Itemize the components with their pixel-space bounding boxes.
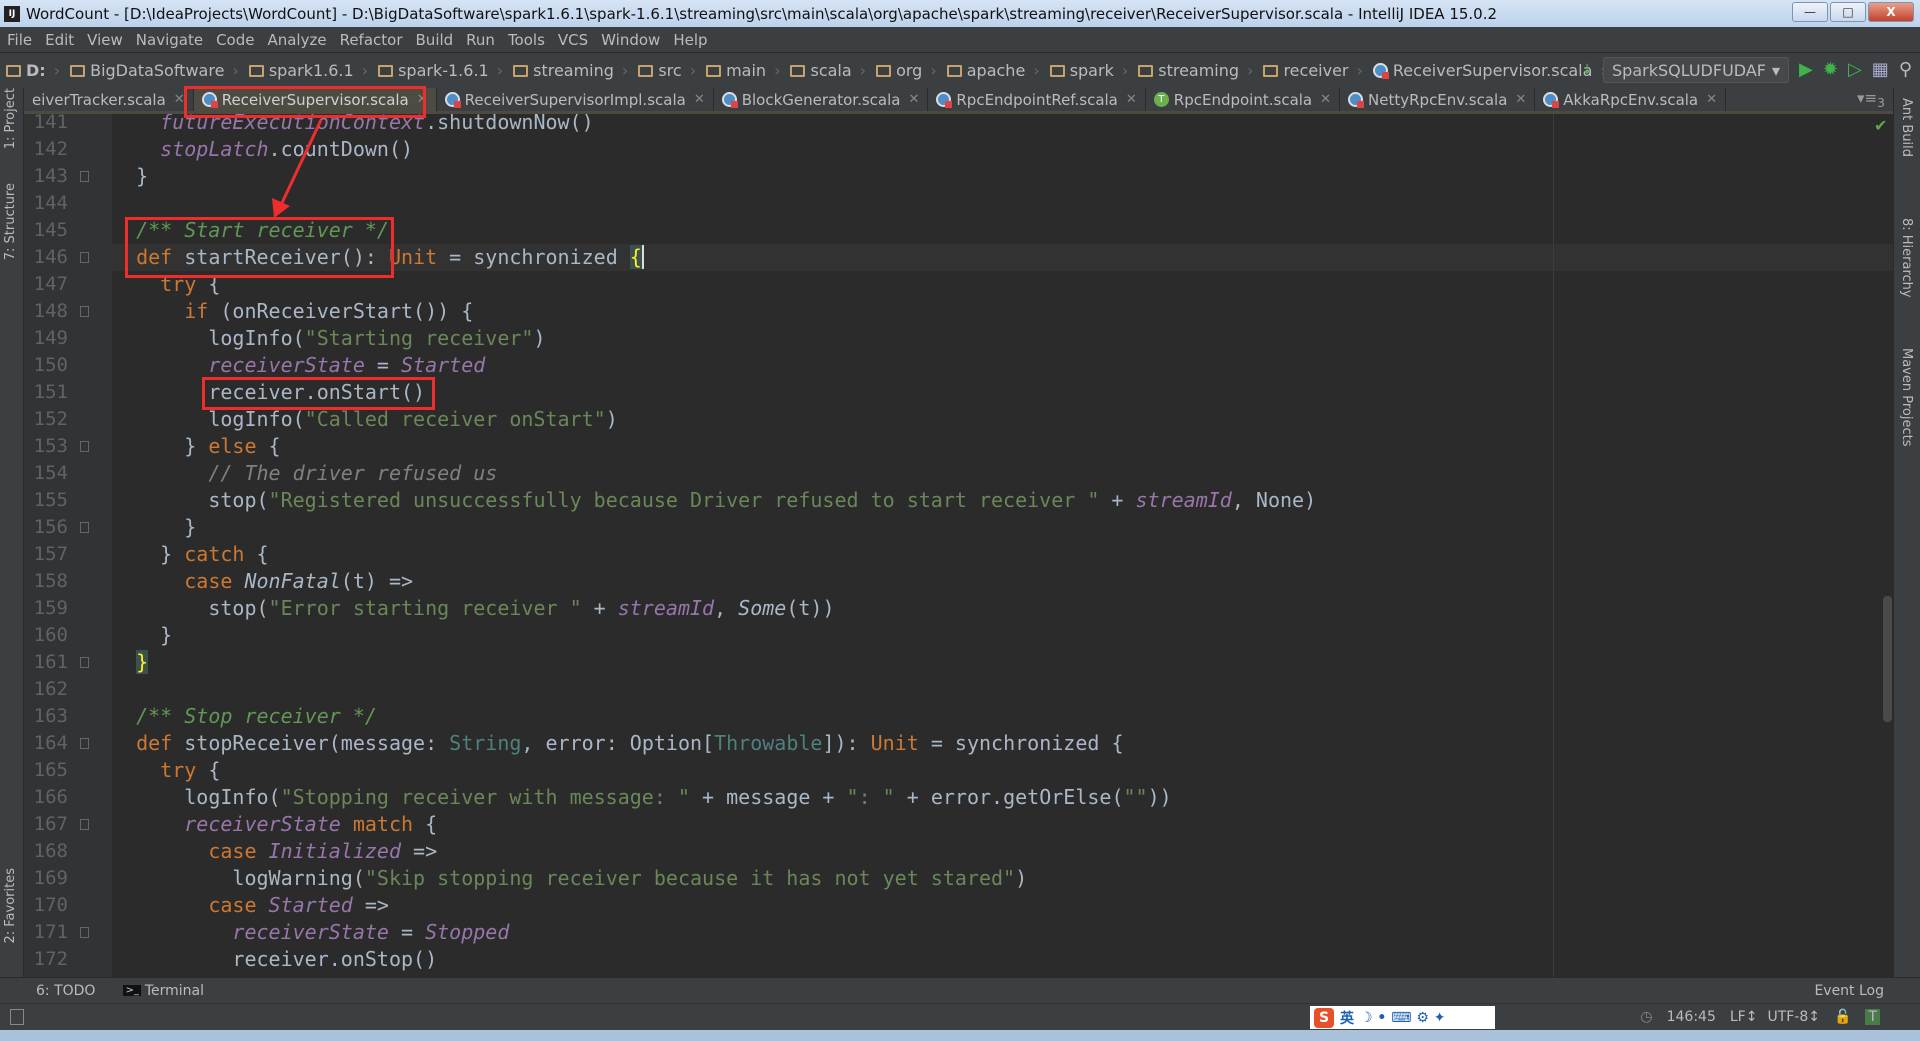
- todo-tool-button[interactable]: 6: TODO: [36, 983, 95, 999]
- ime-toolbar[interactable]: S 英 ☽ • ⌨ ⚙ ✦: [1310, 1006, 1495, 1029]
- line-separator[interactable]: LF↕: [1730, 1009, 1758, 1025]
- status-bar: S 英 ☽ • ⌨ ⚙ ✦ ◷ 146:45 LF↕ UTF-8↕ 🔓 T: [0, 1003, 1920, 1030]
- terminal-mode-icon[interactable]: T: [1865, 1009, 1880, 1025]
- bottom-tool-bar: 6: TODO >_ Terminal Event Log: [0, 977, 1920, 1003]
- terminal-icon: >_: [123, 985, 141, 996]
- os-taskbar: [0, 1030, 1920, 1041]
- inspector-icon[interactable]: ◷: [1640, 1009, 1652, 1025]
- caret-position[interactable]: 146:45: [1667, 1009, 1716, 1025]
- lock-icon[interactable]: 🔓: [1834, 1009, 1851, 1025]
- terminal-tool-button[interactable]: >_ Terminal: [123, 983, 204, 999]
- file-encoding[interactable]: UTF-8↕: [1767, 1009, 1820, 1025]
- tool-windows-toggle-icon[interactable]: [10, 1009, 24, 1025]
- annotation-arrow: [272, 119, 323, 218]
- event-log-button[interactable]: Event Log: [1814, 983, 1884, 999]
